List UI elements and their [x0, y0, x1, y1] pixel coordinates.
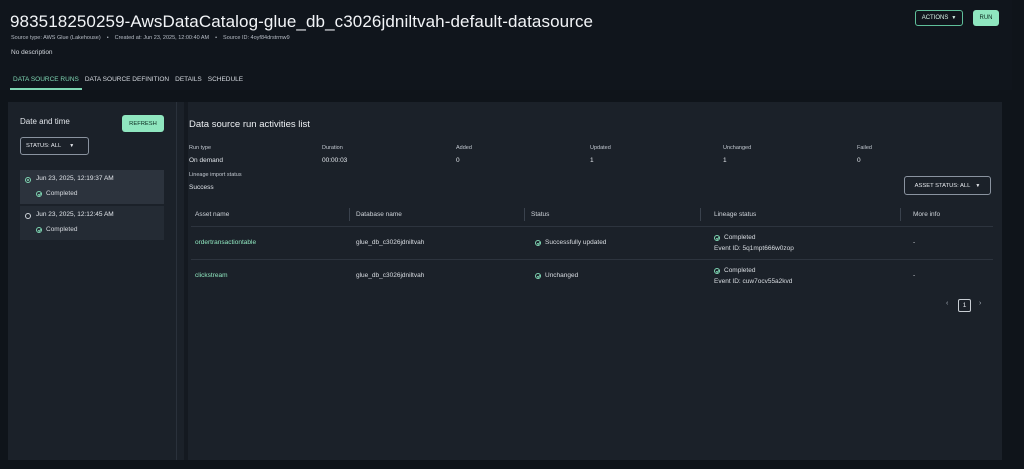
tab-details[interactable]: DETAILS — [172, 74, 205, 90]
tab-data-source-definition[interactable]: DATA SOURCE DEFINITION — [82, 74, 172, 90]
date-time-heading: Date and time — [20, 117, 70, 126]
chevron-right-icon[interactable]: › — [979, 300, 981, 307]
asset-name-link[interactable]: clickstream — [195, 272, 228, 279]
summary-value: On demand — [189, 157, 223, 164]
run-button[interactable]: RUN — [973, 10, 999, 26]
tab-data-source-runs[interactable]: DATA SOURCE RUNS — [10, 74, 82, 90]
check-circle-icon — [36, 226, 42, 233]
event-id: Event ID: cuw7ocv55a2kvd — [714, 278, 793, 285]
lineage-import-value: Success — [189, 184, 214, 191]
source-type: Source type: AWS Glue (Lakehouse) — [11, 35, 101, 41]
source-id: Source ID: 4oyf84drstrmw9 — [223, 35, 290, 41]
event-id: Event ID: 5q1mpt666w0zop — [714, 245, 794, 252]
actions-label: ACTIONS — [921, 15, 949, 21]
asset-status-value: ASSET STATUS: ALL — [914, 182, 971, 189]
summary-label: Added — [456, 145, 472, 151]
run-status: Completed — [36, 190, 77, 197]
column-divider[interactable] — [900, 208, 901, 221]
summary-label: Duration — [322, 145, 343, 151]
column-divider[interactable] — [524, 208, 525, 221]
page-number-button[interactable]: 1 — [958, 299, 971, 312]
summary-label: Unchanged — [723, 145, 752, 151]
table-divider — [191, 259, 993, 260]
page-header: 983518250259-AwsDataCatalog-glue_db_c302… — [0, 0, 1012, 90]
summary-value: 1 — [723, 157, 727, 164]
status-filter-value: STATUS: ALL — [26, 143, 62, 149]
asset-status-filter[interactable]: ASSET STATUS: ALL ▼ — [904, 176, 991, 195]
summary-value: 0 — [456, 157, 460, 164]
column-header[interactable]: Lineage status — [714, 211, 756, 218]
asset-name-link[interactable]: ordertransactiontable — [195, 239, 256, 246]
more-info: - — [913, 272, 916, 279]
lineage-import-label: Lineage import status — [189, 172, 242, 178]
table-divider — [191, 226, 993, 227]
created-at: Created at: Jun 23, 2025, 12:00:40 AM — [114, 35, 210, 41]
summary-value: 0 — [857, 157, 861, 164]
column-header[interactable]: Asset name — [195, 211, 229, 218]
radio-icon[interactable] — [25, 213, 31, 219]
check-circle-icon — [36, 190, 42, 197]
caret-down-icon: ▼ — [951, 15, 957, 21]
check-circle-icon — [714, 234, 720, 241]
database-name: glue_db_c3026jdniltvah — [356, 272, 425, 279]
run-list-item[interactable]: Jun 23, 2025, 12:19:37 AM Completed — [20, 170, 164, 204]
content-panel: Date and time REFRESH STATUS: ALL ▼ Jun … — [8, 102, 1002, 460]
column-header[interactable]: Status — [531, 211, 549, 218]
run-date: Jun 23, 2025, 12:12:45 AM — [36, 211, 114, 218]
asset-status: Unchanged — [535, 272, 578, 279]
actions-button[interactable]: ACTIONS ▼ — [915, 10, 963, 26]
run-list-item[interactable]: Jun 23, 2025, 12:12:45 AM Completed — [20, 206, 164, 240]
tab-schedule[interactable]: SCHEDULE — [205, 74, 246, 90]
summary-label: Run type — [189, 145, 212, 151]
column-divider[interactable] — [700, 208, 701, 221]
asset-status: Successfully updated — [535, 239, 606, 246]
summary-label: Failed — [857, 145, 872, 151]
summary-label: Updated — [590, 145, 611, 151]
check-circle-icon — [535, 272, 541, 279]
more-info: - — [913, 239, 916, 246]
tab-bar: DATA SOURCE RUNS DATA SOURCE DEFINITION … — [10, 74, 246, 90]
radio-selected-icon[interactable] — [25, 177, 31, 183]
column-header[interactable]: Database name — [356, 211, 402, 218]
summary-value: 1 — [590, 157, 594, 164]
panel-divider — [184, 102, 188, 460]
description: No description — [11, 49, 53, 56]
source-metadata: Source type: AWS Glue (Lakehouse) • Create… — [11, 35, 290, 41]
refresh-button[interactable]: REFRESH — [122, 115, 164, 132]
status-filter-select[interactable]: STATUS: ALL ▼ — [20, 137, 89, 155]
check-circle-icon — [714, 267, 720, 274]
check-circle-icon — [535, 239, 541, 246]
runs-sidebar: Date and time REFRESH STATUS: ALL ▼ Jun … — [8, 102, 177, 460]
database-name: glue_db_c3026jdniltvah — [356, 239, 425, 246]
caret-down-icon: ▼ — [975, 182, 981, 189]
run-status: Completed — [36, 226, 77, 233]
page-title: 983518250259-AwsDataCatalog-glue_db_c302… — [10, 12, 594, 31]
caret-down-icon: ▼ — [69, 143, 75, 149]
summary-value: 00:00:03 — [322, 157, 348, 164]
chevron-left-icon[interactable]: ‹ — [946, 300, 948, 307]
lineage-status: Completed — [714, 267, 755, 274]
column-divider[interactable] — [349, 208, 350, 221]
lineage-status: Completed — [714, 234, 755, 241]
column-header[interactable]: More info — [913, 211, 940, 218]
activities-title: Data source run activities list — [189, 119, 310, 130]
run-date: Jun 23, 2025, 12:19:37 AM — [36, 175, 114, 182]
